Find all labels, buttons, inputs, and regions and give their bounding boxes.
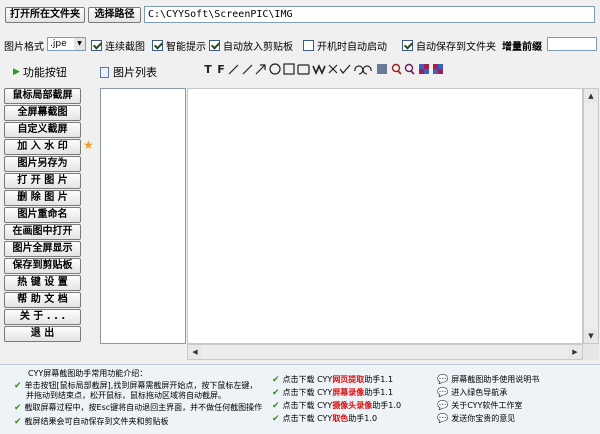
rect-tool-icon[interactable] bbox=[283, 63, 295, 75]
fullscreen-capture-button[interactable]: 全屏幕截图 bbox=[4, 105, 81, 121]
scroll-down-icon[interactable]: ▼ bbox=[584, 329, 598, 343]
tip-item: ✔ 截取屏幕过程中，按Esc键将自动退回主界面，并不做任何截图操作 bbox=[14, 403, 263, 413]
continuous-checkbox[interactable]: 连续截图 bbox=[91, 36, 145, 54]
check-icon: ✔ bbox=[272, 388, 280, 398]
tip-item-continued: 并拖动到结束点，松开鼠标，鼠标拖动区域将自动截屏。 bbox=[26, 391, 226, 400]
mosaic-tool-icon[interactable] bbox=[433, 64, 443, 74]
tip-item: ✔ 单击按钮[鼠标局部截屏],找到屏幕需截屏开始点，按下鼠标左键， bbox=[14, 381, 258, 391]
checkbox-icon bbox=[152, 39, 163, 51]
font-tool-icon[interactable]: F bbox=[215, 62, 227, 76]
increment-input[interactable] bbox=[547, 37, 597, 51]
user-manual-link[interactable]: 💬 屏幕截图助手使用说明书 bbox=[437, 375, 539, 385]
arrow-tool-icon[interactable] bbox=[255, 64, 266, 75]
mouse-region-capture-button[interactable]: 鼠标局部截屏 bbox=[4, 88, 81, 104]
image-canvas[interactable] bbox=[187, 88, 583, 344]
auto-clipboard-checkbox[interactable]: 自动放入剪贴板 bbox=[209, 36, 293, 54]
scroll-corner bbox=[583, 344, 599, 360]
open-in-paint-button[interactable]: 在画图中打开 bbox=[4, 224, 81, 240]
scroll-up-icon[interactable]: ▲ bbox=[584, 89, 598, 103]
check-icon: ✔ bbox=[272, 414, 280, 424]
save-to-clipboard-button[interactable]: 保存到剪贴板 bbox=[4, 258, 81, 274]
checkbox-icon bbox=[209, 39, 220, 51]
pencil-tool-icon[interactable] bbox=[228, 64, 239, 75]
scroll-right-icon[interactable]: ▶ bbox=[568, 345, 582, 359]
send-feedback-link[interactable]: 💬 发送你宝贵的意见 bbox=[437, 414, 515, 424]
scroll-left-icon[interactable]: ◀ bbox=[188, 345, 202, 359]
format-select[interactable]: .jpe ▼ bbox=[47, 37, 86, 51]
info-panel: CYY屏幕截图助手常用功能介绍： ✔ 单击按钮[鼠标局部截屏],找到屏幕需截屏开始… bbox=[0, 364, 600, 434]
save-path-input[interactable]: C:\CYYSoft\ScreenPIC\IMG bbox=[144, 6, 595, 23]
redo-icon[interactable] bbox=[362, 65, 372, 75]
horizontal-scrollbar[interactable]: ◀ ▶ bbox=[187, 344, 583, 360]
thumbnail-list[interactable] bbox=[100, 88, 186, 344]
wave-tool-icon[interactable] bbox=[312, 63, 326, 76]
about-button[interactable]: 关 于 . . . bbox=[4, 309, 81, 325]
custom-capture-button[interactable]: 自定义截屏 bbox=[4, 122, 81, 138]
rename-image-button[interactable]: 图片重命名 bbox=[4, 207, 81, 223]
tab-image-list[interactable]: 图片列表 bbox=[100, 64, 157, 80]
exit-button[interactable]: 退 出 bbox=[4, 326, 81, 342]
open-folder-button[interactable]: 打开所在文件夹 bbox=[5, 7, 85, 23]
undo-icon[interactable] bbox=[354, 65, 364, 75]
star-icon: ★ bbox=[83, 138, 94, 152]
check-icon: ✔ bbox=[272, 401, 280, 411]
chat-bubble-icon: 💬 bbox=[437, 388, 449, 398]
zoom-in-icon[interactable] bbox=[391, 63, 402, 75]
dropdown-arrow-icon: ▼ bbox=[74, 38, 85, 50]
check-icon: ✔ bbox=[14, 381, 22, 391]
fullscreen-display-button[interactable]: 图片全屏显示 bbox=[4, 241, 81, 257]
vertical-scrollbar[interactable]: ▲ ▼ bbox=[583, 88, 599, 344]
chat-bubble-icon: 💬 bbox=[437, 375, 449, 385]
text-tool-icon[interactable]: T bbox=[202, 62, 214, 76]
add-watermark-button[interactable]: 加 入 水 印 bbox=[4, 139, 81, 155]
tip-item: ✔ 截屏结果会可自动保存到文件夹和剪贴板 bbox=[14, 417, 169, 427]
hotkey-settings-button[interactable]: 热 键 设 置 bbox=[4, 275, 81, 291]
format-label: 图片格式 bbox=[4, 41, 44, 53]
about-studio-link[interactable]: 💬 关于CYY软件工作室 bbox=[437, 401, 522, 411]
delete-image-button[interactable]: 删 除 图 片 bbox=[4, 190, 81, 206]
open-image-button[interactable]: 打 开 图 片 bbox=[4, 173, 81, 189]
download-screen-record-link[interactable]: ✔ 点击下载 CYY屏幕录像助手1.1 bbox=[272, 388, 393, 398]
auto-save-checkbox[interactable]: 自动保存到文件夹 bbox=[402, 36, 496, 54]
save-image-as-button[interactable]: 图片另存为 bbox=[4, 156, 81, 172]
download-webcam-record-link[interactable]: ✔ 点击下载 CYY摄像头录像助手1.0 bbox=[272, 401, 401, 411]
startup-checkbox[interactable]: 开机时自动启动 bbox=[303, 36, 387, 54]
increment-label: 增量前缀 bbox=[502, 41, 542, 53]
cross-tool-icon[interactable] bbox=[328, 64, 338, 74]
green-nav-link[interactable]: 💬 进入绿色导航承 bbox=[437, 388, 507, 398]
document-icon bbox=[100, 66, 109, 78]
checkbox-icon bbox=[303, 39, 314, 51]
tab-functions[interactable]: ▶ 功能按钮 bbox=[13, 64, 67, 80]
checkbox-icon bbox=[402, 39, 413, 51]
download-web-extract-link[interactable]: ✔ 点击下载 CYY网页提取助手1.1 bbox=[272, 375, 393, 385]
check-icon: ✔ bbox=[272, 375, 280, 385]
save-disk-icon[interactable] bbox=[377, 64, 387, 74]
checkbox-icon bbox=[91, 39, 102, 51]
line-tool-icon[interactable] bbox=[242, 64, 253, 75]
chat-bubble-icon: 💬 bbox=[437, 401, 449, 411]
rounded-rect-tool-icon[interactable] bbox=[297, 64, 310, 75]
intro-text: CYY屏幕截图助手常用功能介绍： bbox=[28, 369, 148, 378]
grid-tool-icon[interactable] bbox=[419, 64, 429, 74]
help-docs-button[interactable]: 帮 助 文 档 bbox=[4, 292, 81, 308]
download-color-picker-link[interactable]: ✔ 点击下载 CYY取色助手1.0 bbox=[272, 414, 377, 424]
check-icon: ✔ bbox=[14, 417, 22, 427]
chat-bubble-icon: 💬 bbox=[437, 414, 449, 424]
play-icon: ▶ bbox=[13, 67, 20, 77]
choose-path-button[interactable]: 选择路径 bbox=[88, 7, 141, 23]
ellipse-tool-icon[interactable] bbox=[269, 63, 281, 75]
smart-tip-checkbox[interactable]: 智能提示 bbox=[152, 36, 206, 54]
zoom-out-icon[interactable] bbox=[404, 63, 415, 75]
check-tool-icon[interactable] bbox=[339, 64, 351, 74]
check-icon: ✔ bbox=[14, 403, 22, 413]
